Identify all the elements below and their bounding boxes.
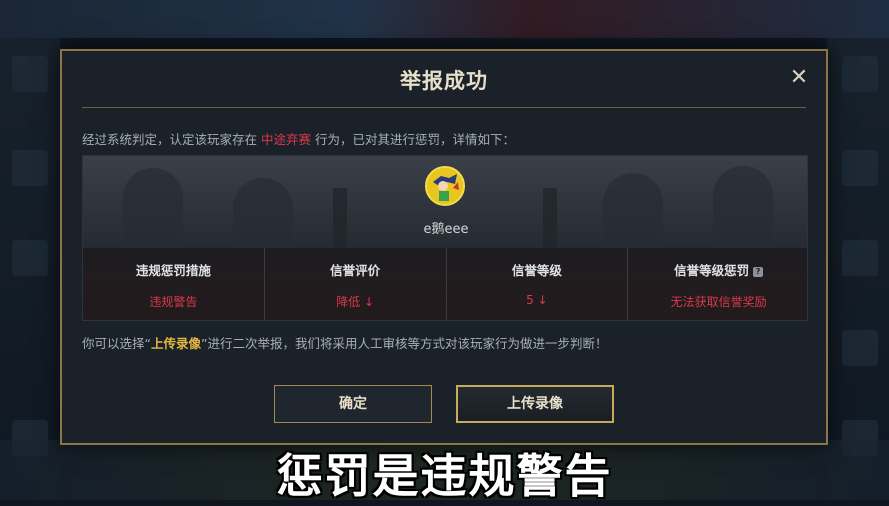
stat-header: 信誉评价 [330,263,381,278]
close-icon[interactable]: ✕ [788,67,810,89]
title-divider [82,107,806,108]
stat-header: 信誉等级惩罚 [674,263,750,278]
stat-header-wrap: 信誉等级惩罚? [628,260,807,279]
avatar-icon [427,168,463,204]
confirm-button[interactable]: 确定 [274,385,432,423]
judgement-text: 经过系统判定，认定该玩家存在 中途弃赛 行为，已对其进行惩罚，详情如下： [82,129,515,148]
scene-arch [233,178,293,248]
judgement-prefix: 经过系统判定，认定该玩家存在 [82,132,258,147]
violation-type: 中途弃赛 [261,132,312,147]
upload-replay-button[interactable]: 上传录像 [456,385,614,423]
appeal-suffix: ”进行二次举报，我们将采用人工审核等方式对该玩家行为做进一步判断！ [201,336,608,351]
stat-credit-level: 信誉等级 5 ↓ [447,248,629,320]
stat-value: 违规警告 [149,295,198,309]
stat-value: 无法获取信誉奖励 [670,295,767,309]
stat-header: 信誉等级 [511,263,562,278]
judgement-suffix: 行为，已对其进行惩罚，详情如下： [315,132,516,147]
stat-value: 降低 ↓ [336,295,375,309]
stat-credit-rating: 信誉评价 降低 ↓ [265,248,447,320]
background-top-bar [0,0,889,38]
scene-background: e鹅eee [83,156,807,248]
background-tile [12,56,48,92]
background-tile [842,240,878,276]
appeal-text: 你可以选择“上传录像”进行二次举报，我们将采用人工审核等方式对该玩家行为做进一步… [82,333,607,352]
stat-value: 5 ↓ [526,293,548,307]
stat-punishment-measure: 违规惩罚措施 违规警告 [83,248,265,320]
video-caption: 惩罚是违规警告 [276,449,613,503]
background-tile [842,150,878,186]
report-success-dialog: 举报成功 ✕ 经过系统判定，认定该玩家存在 中途弃赛 行为，已对其进行惩罚，详情… [60,49,828,445]
background-tile [12,240,48,276]
stat-header: 违规惩罚措施 [135,263,211,278]
player-name: e鹅eee [423,222,469,237]
player-avatar [425,166,465,206]
dialog-title: 举报成功 [400,69,488,93]
background-tile [842,330,878,366]
background-tile [842,56,878,92]
punishment-panel: e鹅eee 违规惩罚措施 违规警告 信誉评价 降低 ↓ 信誉等级 5 ↓ 信誉等… [82,155,808,321]
background-tile [12,150,48,186]
help-icon[interactable]: ? [753,266,764,277]
punishment-stats: 违规惩罚措施 违规警告 信誉评价 降低 ↓ 信誉等级 5 ↓ 信誉等级惩罚? 无… [83,248,807,320]
upload-replay-link[interactable]: 上传录像 [151,336,201,351]
stat-credit-level-penalty: 信誉等级惩罚? 无法获取信誉奖励 [628,248,807,320]
appeal-prefix: 你可以选择“ [82,336,151,351]
